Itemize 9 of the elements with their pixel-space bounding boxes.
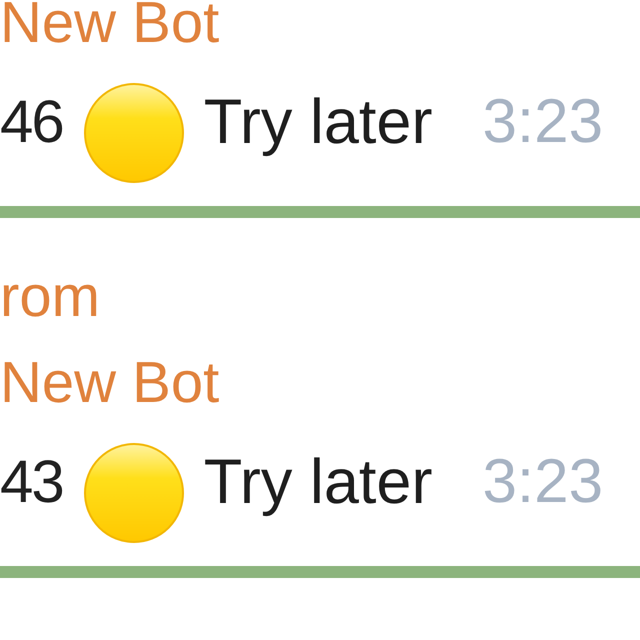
message-text: 43 bbox=[0, 452, 63, 512]
timestamp: 3:23 bbox=[482, 451, 604, 513]
sender-name: New Bot bbox=[0, 354, 220, 412]
circle-emoji-icon bbox=[84, 443, 184, 543]
circle-emoji-icon bbox=[84, 83, 184, 183]
sender-name: New Bot bbox=[0, 0, 220, 52]
message-text: 46 bbox=[0, 92, 63, 152]
timestamp: 3:23 bbox=[482, 91, 604, 153]
forward-label: rom bbox=[0, 268, 100, 326]
